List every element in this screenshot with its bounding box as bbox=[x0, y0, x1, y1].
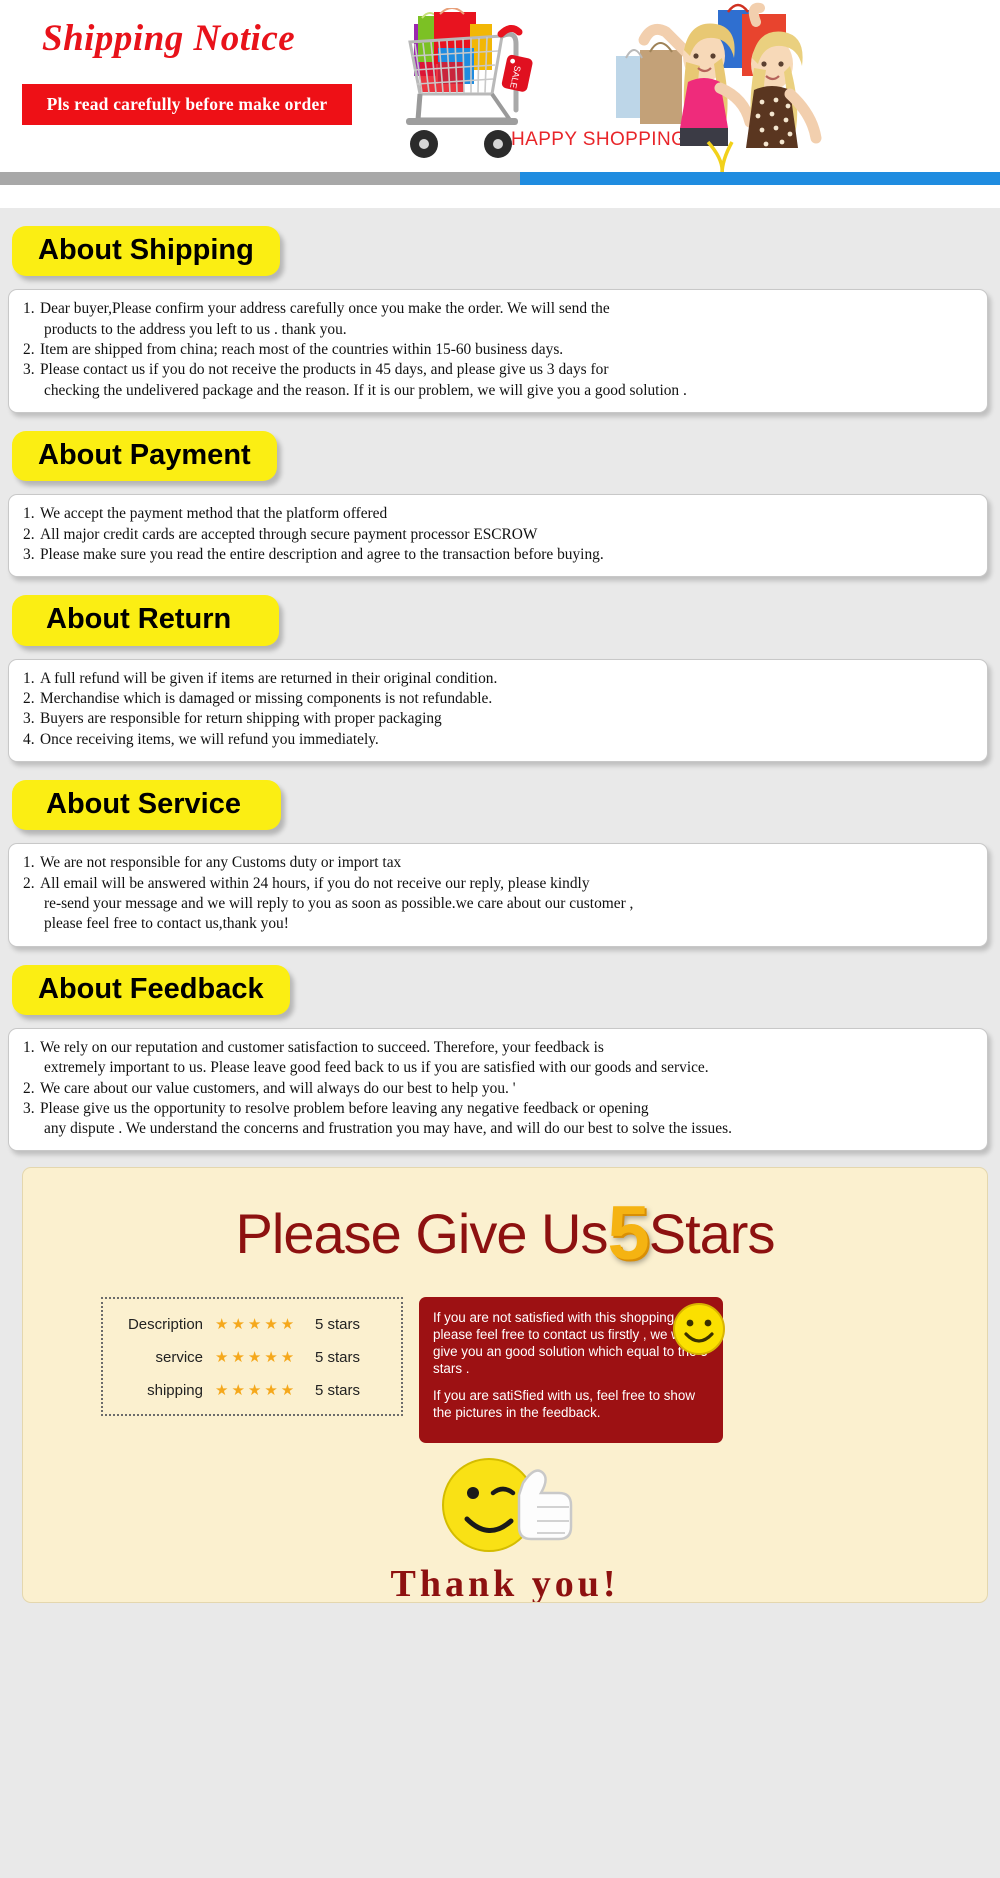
rating-row: Description ★★★★★ 5 stars bbox=[123, 1315, 381, 1334]
section-about-return: About Return 1.A full refund will be giv… bbox=[0, 577, 1000, 762]
section-list: 1.A full refund will be given if items a… bbox=[23, 669, 973, 750]
list-item: 1.Dear buyer,Please confirm your address… bbox=[23, 299, 973, 340]
satisfaction-note-box: If you are not satisfied with this shopp… bbox=[419, 1297, 723, 1443]
section-card: 1.A full refund will be given if items a… bbox=[8, 659, 988, 762]
give-us-5-stars-panel: Please Give Us5Stars Description ★★★★★ 5… bbox=[22, 1167, 988, 1603]
list-item: 2.Merchandise which is damaged or missin… bbox=[23, 689, 973, 709]
rating-label: shipping bbox=[123, 1382, 215, 1399]
headline-after: Stars bbox=[649, 1202, 775, 1265]
section-about-service: About Service 1.We are not responsible f… bbox=[0, 762, 1000, 947]
list-item: 3.Please give us the opportunity to reso… bbox=[23, 1099, 973, 1140]
note-paragraph-2: If you are satiSfied with us, feel free … bbox=[433, 1387, 709, 1421]
section-heading-wrap: About Service bbox=[0, 762, 1000, 830]
section-heading-badge: About Payment bbox=[12, 431, 277, 481]
rating-stars-icon: ★★★★★ bbox=[215, 1381, 307, 1400]
rating-row: shipping ★★★★★ 5 stars bbox=[123, 1381, 381, 1400]
shoppers-photo bbox=[600, 2, 870, 174]
section-about-payment: About Payment 1.We accept the payment me… bbox=[0, 413, 1000, 577]
section-heading-badge: About Return bbox=[12, 595, 279, 645]
page-title: Shipping Notice bbox=[42, 17, 295, 60]
shipping-notice-page: Shipping Notice Pls read carefully befor… bbox=[0, 0, 1000, 1878]
header-banner: Shipping Notice Pls read carefully befor… bbox=[0, 0, 1000, 208]
list-item: 2.All email will be answered within 24 h… bbox=[23, 874, 973, 935]
section-card: 1.We rely on our reputation and customer… bbox=[8, 1028, 988, 1151]
stars-headline: Please Give Us5Stars bbox=[23, 1168, 987, 1277]
ratings-box: Description ★★★★★ 5 stars service ★★★★★ … bbox=[101, 1297, 403, 1416]
list-item: 2.All major credit cards are accepted th… bbox=[23, 525, 973, 545]
list-item: 3.Buyers are responsible for return ship… bbox=[23, 709, 973, 729]
section-card: 1.We are not responsible for any Customs… bbox=[8, 843, 988, 946]
section-heading-wrap: About Shipping bbox=[0, 208, 1000, 276]
headline-before: Please Give Us bbox=[236, 1202, 608, 1265]
banner-subtitle: Pls read carefully before make order bbox=[22, 84, 352, 125]
section-card: 1.We accept the payment method that the … bbox=[8, 494, 988, 577]
section-list: 1.We rely on our reputation and customer… bbox=[23, 1038, 973, 1139]
section-list: 1.Dear buyer,Please confirm your address… bbox=[23, 299, 973, 400]
rating-value: 5 stars bbox=[307, 1382, 360, 1399]
smiley-face-icon bbox=[671, 1301, 727, 1361]
list-item: 3.Please make sure you read the entire d… bbox=[23, 545, 973, 565]
section-heading-wrap: About Feedback bbox=[0, 947, 1000, 1015]
list-item: 2.We care about our value customers, and… bbox=[23, 1079, 973, 1099]
header-gray-strip bbox=[0, 172, 520, 185]
thank-you-text: Thank you! bbox=[23, 1562, 987, 1603]
rating-stars-icon: ★★★★★ bbox=[215, 1315, 307, 1334]
rating-value: 5 stars bbox=[307, 1316, 360, 1333]
rating-label: Description bbox=[123, 1316, 215, 1333]
list-item: 4.Once receiving items, we will refund y… bbox=[23, 730, 973, 750]
section-list: 1.We are not responsible for any Customs… bbox=[23, 853, 973, 934]
note-paragraph-1: If you are not satisfied with this shopp… bbox=[433, 1309, 709, 1377]
section-heading-wrap: About Payment bbox=[0, 413, 1000, 481]
list-item: 1.We rely on our reputation and customer… bbox=[23, 1038, 973, 1079]
panel-row: Description ★★★★★ 5 stars service ★★★★★ … bbox=[23, 1277, 987, 1443]
section-card: 1.Dear buyer,Please confirm your address… bbox=[8, 289, 988, 412]
winking-thumbs-up-icon bbox=[415, 1449, 595, 1561]
rating-label: service bbox=[123, 1349, 215, 1366]
headline-number-5: 5 bbox=[607, 1191, 648, 1276]
shopping-cart-icon: SALE bbox=[362, 8, 562, 168]
section-heading-wrap: About Return bbox=[0, 577, 1000, 645]
sections-container: About Shipping 1.Dear buyer,Please confi… bbox=[0, 208, 1000, 1603]
list-item: 3.Please contact us if you do not receiv… bbox=[23, 360, 973, 401]
list-item: 1.We accept the payment method that the … bbox=[23, 504, 973, 524]
section-heading-badge: About Service bbox=[12, 780, 281, 830]
list-item: 2.Item are shipped from china; reach mos… bbox=[23, 340, 973, 360]
list-item: 1.A full refund will be given if items a… bbox=[23, 669, 973, 689]
thumbs-up-area: Thank you! bbox=[23, 1443, 987, 1603]
section-heading-badge: About Shipping bbox=[12, 226, 280, 276]
rating-stars-icon: ★★★★★ bbox=[215, 1348, 307, 1367]
list-item: 1.We are not responsible for any Customs… bbox=[23, 853, 973, 873]
section-about-feedback: About Feedback 1.We rely on our reputati… bbox=[0, 947, 1000, 1152]
section-heading-badge: About Feedback bbox=[12, 965, 290, 1015]
section-about-shipping: About Shipping 1.Dear buyer,Please confi… bbox=[0, 208, 1000, 413]
section-list: 1.We accept the payment method that the … bbox=[23, 504, 973, 565]
rating-row: service ★★★★★ 5 stars bbox=[123, 1348, 381, 1367]
header-blue-strip bbox=[520, 172, 1000, 185]
rating-value: 5 stars bbox=[307, 1349, 360, 1366]
